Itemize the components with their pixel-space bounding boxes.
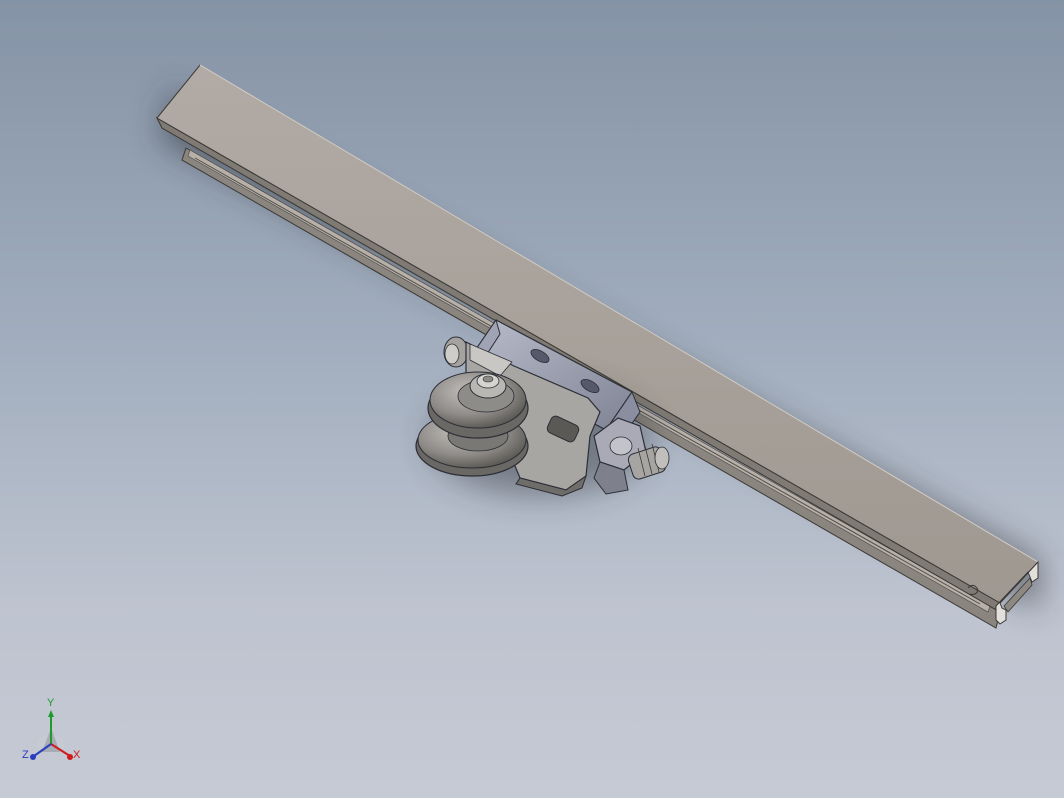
graphics-viewport[interactable]: Y X Z bbox=[0, 0, 1064, 798]
triad-z-label: Z bbox=[22, 749, 29, 761]
triad-x-label: X bbox=[73, 749, 81, 761]
model-view[interactable] bbox=[0, 0, 1064, 798]
rail-channel[interactable] bbox=[155, 64, 1039, 629]
wheel-axle-hub bbox=[469, 373, 507, 399]
bolt-stub-left bbox=[443, 336, 469, 368]
rail-top-face bbox=[156, 64, 1039, 604]
view-orientation-triad[interactable]: Y X Z bbox=[18, 697, 88, 770]
triad-y-label: Y bbox=[47, 697, 55, 709]
